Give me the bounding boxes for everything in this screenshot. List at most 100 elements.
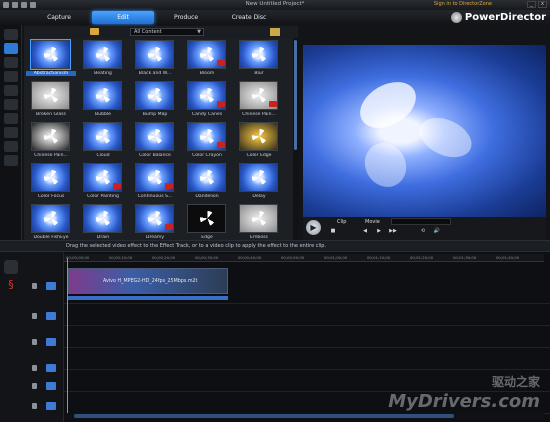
effect-thumbnail	[31, 122, 70, 151]
effect-item[interactable]: Continuous S...	[130, 163, 180, 204]
view-mode-icon[interactable]	[270, 28, 280, 36]
library-scrollbar[interactable]	[293, 38, 298, 240]
effect-item[interactable]: Dandelion	[182, 163, 232, 204]
effect-item[interactable]: Emboss	[234, 204, 284, 240]
effect-thumbnail	[30, 39, 71, 70]
effect-item[interactable]: Black and W...	[130, 40, 180, 81]
effect-thumbnail	[31, 81, 70, 110]
effect-item[interactable]: Double FishEye	[26, 204, 76, 240]
audio-track-icon	[46, 312, 56, 320]
fast-forward-button[interactable]: ▶▶	[389, 228, 397, 235]
effect-item[interactable]: Dreamy	[130, 204, 180, 240]
signin-link[interactable]: Sign in to DirectorZone	[434, 1, 492, 7]
snapshot-button[interactable]: ⟲	[419, 228, 427, 235]
effect-item[interactable]: Candy Canes	[182, 81, 232, 122]
lock-icon[interactable]	[32, 365, 37, 371]
effect-label: Color Edge	[246, 153, 272, 158]
effect-label: Color Crayon	[192, 153, 222, 158]
track-header-effect	[28, 338, 64, 348]
title-track-icon	[46, 382, 56, 390]
effect-item[interactable]: Color Focus	[26, 163, 76, 204]
folder-icon[interactable]	[90, 28, 99, 35]
volume-icon[interactable]: 🔊	[433, 228, 441, 235]
premium-badge-icon	[165, 183, 173, 189]
effect-thumbnail	[239, 40, 278, 69]
effect-item[interactable]: Edge	[182, 204, 232, 240]
lock-icon[interactable]	[32, 339, 37, 345]
effect-item[interactable]: Color Crayon	[182, 122, 232, 163]
title-track	[64, 370, 550, 392]
ruler-tick-label: 00;01;10;00	[367, 255, 391, 260]
particle-room-icon[interactable]	[4, 71, 18, 82]
effect-room-icon[interactable]	[4, 43, 18, 54]
timeline-ruler[interactable]: 00;00;00;00 00;00;10;00 00;00;20;00 00;00;3…	[64, 254, 544, 262]
scroll-thumb[interactable]	[294, 40, 297, 150]
effect-item[interactable]: Color Edge	[234, 122, 284, 163]
effect-item[interactable]: Color Painting	[78, 163, 128, 204]
tab-produce[interactable]: Produce	[155, 11, 217, 24]
effect-item[interactable]: Bubble	[78, 81, 128, 122]
previous-frame-button[interactable]: ◀	[361, 228, 369, 235]
timeline-playhead[interactable]	[67, 258, 68, 418]
room-toolbar	[0, 25, 22, 240]
effect-item[interactable]: Blur	[234, 40, 284, 81]
effect-item[interactable]: Delay	[234, 163, 284, 204]
effect-thumbnail	[83, 204, 122, 233]
audio-clip[interactable]	[68, 296, 228, 300]
effect-item[interactable]: Chinese Pain...	[26, 122, 76, 163]
stop-button[interactable]: ■	[329, 228, 337, 235]
tab-capture[interactable]: Capture	[28, 11, 90, 24]
preview-window	[303, 45, 546, 217]
effect-thumbnail	[31, 204, 70, 233]
effect-item[interactable]: Chinese Pain...	[234, 81, 284, 122]
chapter-room-icon[interactable]	[4, 141, 18, 152]
effect-thumbnail	[135, 122, 174, 151]
trash-icon[interactable]	[4, 260, 18, 274]
effect-item[interactable]: Broken Glass	[26, 81, 76, 122]
lock-icon[interactable]	[32, 313, 37, 319]
minimize-button[interactable]: _	[527, 1, 536, 8]
brand-name: PowerDirector	[464, 12, 546, 23]
tab-create-disc[interactable]: Create Disc	[218, 11, 280, 24]
subtitle-room-icon[interactable]	[4, 155, 18, 166]
preview-shape	[356, 135, 415, 195]
tab-edit[interactable]: Edit	[92, 11, 154, 24]
video-clip[interactable]: Avivo H_MPEG2-HD_24fps_25Mbps.m2t	[68, 268, 228, 294]
premium-badge-icon	[113, 183, 121, 189]
effect-label: Candy Canes	[191, 112, 223, 117]
next-frame-button[interactable]: ▶	[375, 228, 383, 235]
library-toolbar: All Content ▼	[24, 26, 298, 38]
pip-track-icon	[46, 364, 56, 372]
lock-icon[interactable]	[32, 383, 37, 389]
lock-icon[interactable]	[32, 283, 37, 289]
content-filter-select[interactable]: All Content ▼	[130, 28, 204, 36]
magic-tools-icon[interactable]: §	[4, 278, 18, 292]
transition-room-icon[interactable]	[4, 99, 18, 110]
close-button[interactable]: x	[538, 1, 547, 8]
scroll-thumb[interactable]	[74, 414, 454, 418]
ruler-tick-label: 00;01;30;00	[453, 255, 477, 260]
audio-mixing-room-icon[interactable]	[4, 113, 18, 124]
effect-item[interactable]: Color Balance	[130, 122, 180, 163]
clip-mode-option[interactable]: Clip	[337, 219, 346, 225]
premium-badge-icon	[165, 224, 173, 230]
effect-item[interactable]: Cloud	[78, 122, 128, 163]
lock-icon[interactable]	[32, 403, 37, 409]
media-room-icon[interactable]	[4, 29, 18, 40]
voice-over-room-icon[interactable]	[4, 127, 18, 138]
effect-item[interactable]: Abstractionism	[26, 39, 76, 81]
watermark: 驱动之家 MyDrivers.com	[388, 375, 540, 412]
effect-item[interactable]: Bump Map	[130, 81, 180, 122]
timeline-scrollbar[interactable]	[64, 413, 544, 419]
effect-thumbnail	[187, 204, 226, 233]
movie-mode-option[interactable]: Movie	[365, 219, 380, 225]
ruler-tick-label: 00;00;50;00	[281, 255, 305, 260]
effect-item[interactable]: Bloom	[182, 40, 232, 81]
play-button[interactable]: ▶	[306, 220, 321, 235]
effect-item[interactable]: Beating	[78, 40, 128, 81]
pip-room-icon[interactable]	[4, 57, 18, 68]
effect-label: Abstractionism	[26, 71, 76, 76]
title-room-icon[interactable]	[4, 85, 18, 96]
ruler-tick-label: 00;00;30;00	[195, 255, 219, 260]
effect-item[interactable]: Drain	[78, 204, 128, 240]
